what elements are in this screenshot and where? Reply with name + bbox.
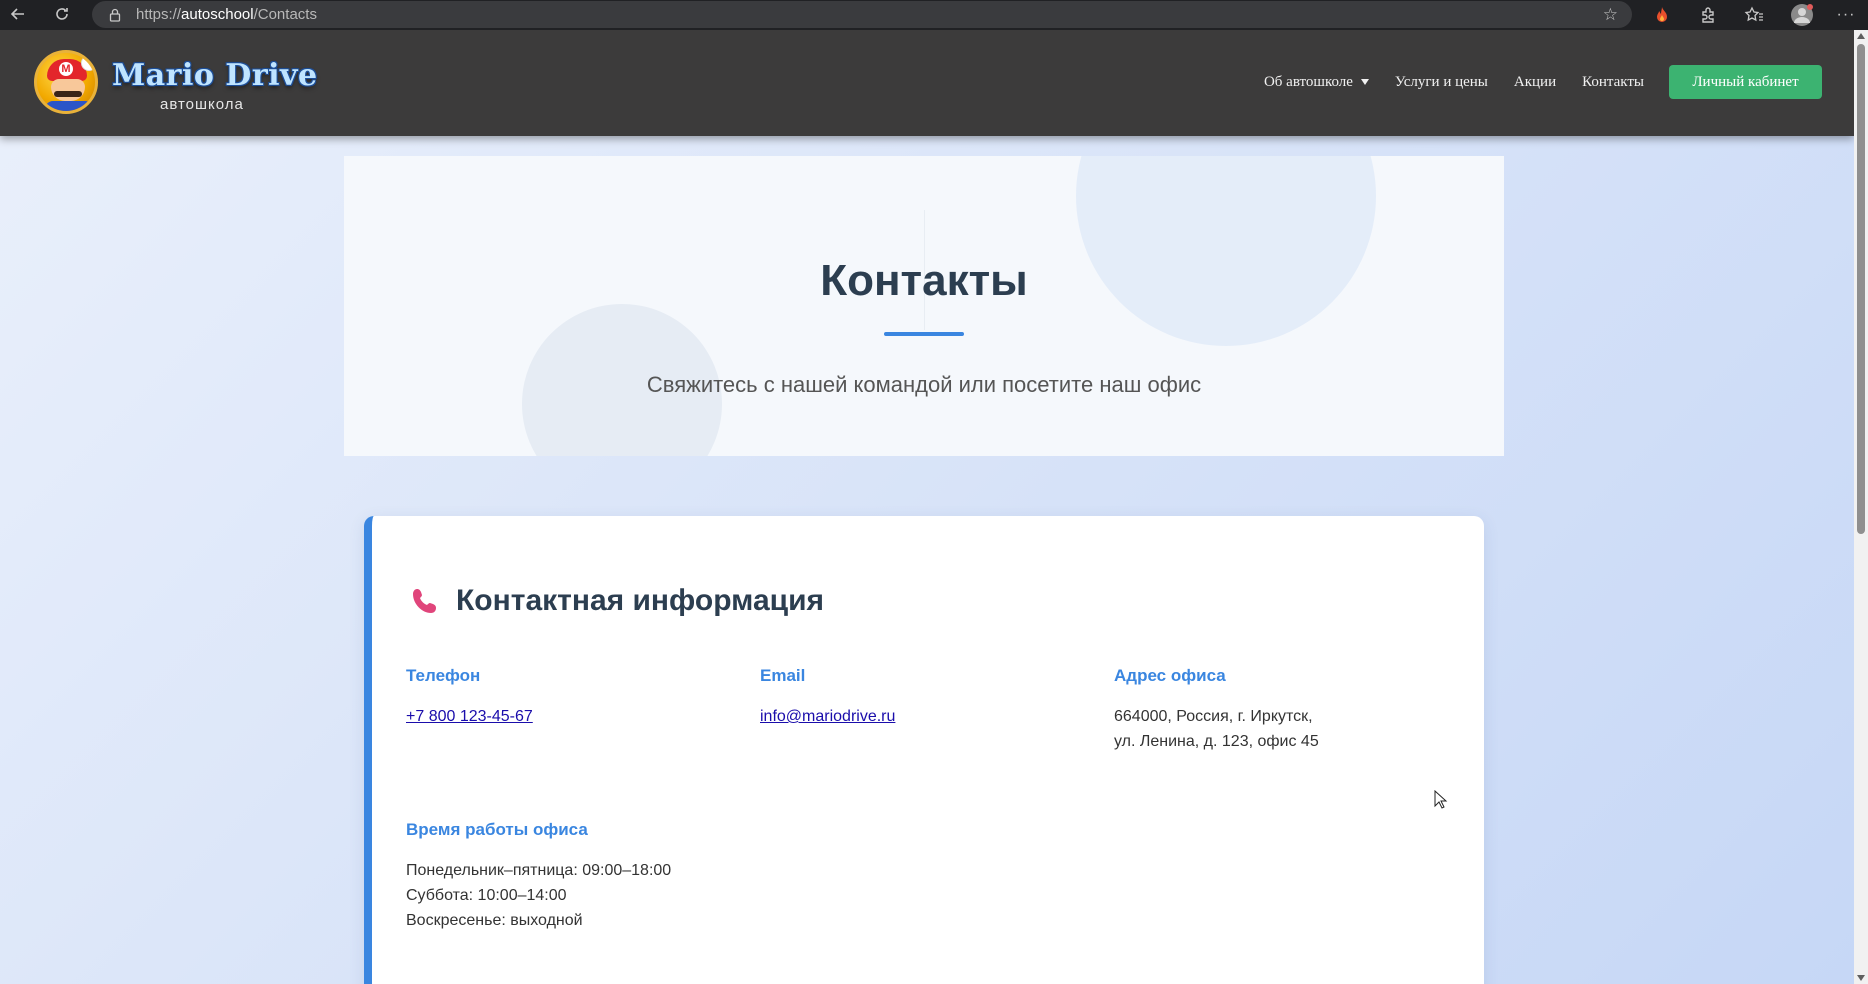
address-bar[interactable]: https://autoschool/Contacts ☆ <box>92 1 1632 28</box>
phone-block: Телефон +7 800 123-45-67 <box>406 666 533 726</box>
scrollbar-thumb[interactable] <box>1857 44 1865 534</box>
card-header: Контактная информация <box>410 584 824 618</box>
phone-link[interactable]: +7 800 123-45-67 <box>406 708 533 725</box>
favorites-icon[interactable] <box>1742 3 1766 27</box>
decor-circle-large <box>1076 156 1376 346</box>
contact-info-card: Контактная информация Телефон +7 800 123… <box>364 516 1484 984</box>
card-title: Контактная информация <box>456 584 825 617</box>
page-scrollbar[interactable] <box>1854 30 1868 984</box>
caret-down-icon <box>1360 79 1369 85</box>
address-line-1: 664000, Россия, г. Иркутск, <box>1114 708 1313 725</box>
reload-icon[interactable] <box>50 2 74 26</box>
hours-sunday: Воскресенье: выходной <box>406 912 583 929</box>
lock-icon <box>109 8 121 22</box>
address-heading: Адрес офиса <box>1114 666 1226 685</box>
address-line-2: ул. Ленина, д. 123, офис 45 <box>1114 733 1319 750</box>
mario-logo[interactable]: M <box>34 50 98 114</box>
more-menu-icon[interactable]: ··· <box>1834 3 1858 27</box>
nav-about-label: Об автошколе <box>1263 73 1353 90</box>
scroll-up-arrow-icon[interactable] <box>1857 33 1865 39</box>
phone-heading: Телефон <box>406 666 481 685</box>
browser-toolbar: https://autoschool/Contacts ☆ ··· <box>0 0 1868 30</box>
hours-heading: Время работы офиса <box>406 820 588 839</box>
main-nav: Об автошколе Услуги и цены Акции Контакт… <box>1238 65 1854 99</box>
back-icon[interactable] <box>6 2 30 26</box>
email-link[interactable]: info@mariodrive.ru <box>760 708 895 725</box>
hero-section: Контакты Свяжитесь с нашей командой или … <box>344 156 1504 456</box>
hours-weekdays: Понедельник–пятница: 09:00–18:00 <box>406 862 672 879</box>
email-block: Email info@mariodrive.ru <box>760 666 895 726</box>
extensions-puzzle-icon[interactable] <box>1696 3 1720 27</box>
title-underline <box>884 332 964 336</box>
account-button[interactable]: Личный кабинет <box>1669 65 1822 99</box>
nav-about[interactable]: Об автошколе <box>1264 74 1369 91</box>
mouse-cursor-icon <box>1434 790 1448 809</box>
hours-saturday: Суббота: 10:00–14:00 <box>406 887 567 904</box>
bookmark-star-icon[interactable]: ☆ <box>1603 5 1618 25</box>
email-heading: Email <box>760 666 806 685</box>
url-text: https://autoschool/Contacts <box>136 6 317 23</box>
nav-services[interactable]: Услуги и цены <box>1395 74 1488 91</box>
site-header: M Mario Drive автошкола Об автошколе Усл… <box>0 30 1854 136</box>
scroll-down-arrow-icon[interactable] <box>1857 975 1865 981</box>
nav-promotions[interactable]: Акции <box>1514 74 1556 91</box>
page-title: Контакты <box>820 256 1028 305</box>
page-subtitle: Свяжитесь с нашей командой или посетите … <box>646 372 1202 397</box>
brand-name[interactable]: Mario Drive <box>112 58 318 93</box>
profile-avatar-icon[interactable] <box>1790 3 1814 27</box>
page-viewport: M Mario Drive автошкола Об автошколе Усл… <box>0 30 1854 984</box>
phone-icon <box>413 589 436 613</box>
brand-subtitle: автошкола <box>160 96 244 113</box>
extension-flame-icon[interactable] <box>1650 3 1674 27</box>
nav-contacts[interactable]: Контакты <box>1582 74 1644 91</box>
hours-block: Время работы офиса Понедельник–пятница: … <box>406 820 671 933</box>
address-block: Адрес офиса 664000, Россия, г. Иркутск, … <box>1114 666 1319 754</box>
